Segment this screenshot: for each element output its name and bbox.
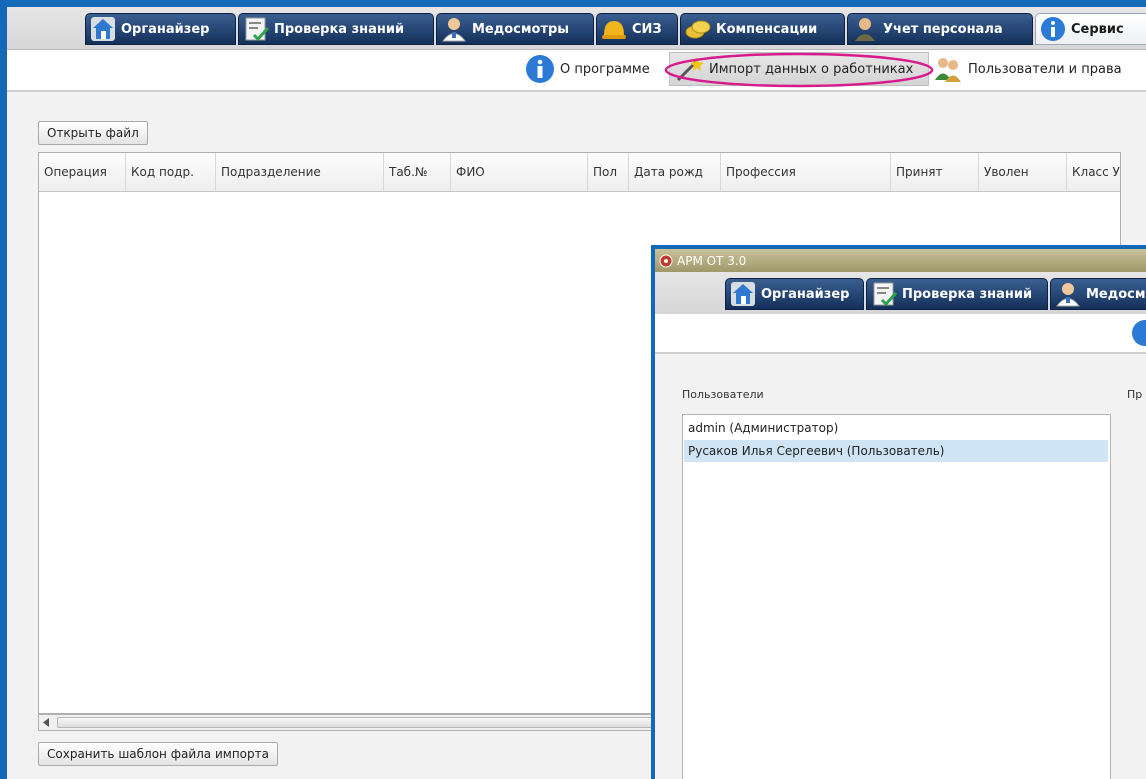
house-icon — [731, 282, 755, 306]
column-header[interactable]: Операция — [39, 153, 126, 191]
house-icon — [91, 17, 115, 41]
overlay-tab-bar: Органайзер Проверка знаний Медосм — [655, 272, 1146, 314]
info-icon — [1041, 17, 1065, 41]
highlight-ellipse — [664, 52, 934, 88]
rights-label: Пр — [1127, 388, 1143, 401]
users-list[interactable]: admin (Администратор) Русаков Илья Серге… — [682, 414, 1111, 779]
tab-label: Компенсации — [716, 21, 818, 37]
tab-label: Органайзер — [761, 286, 850, 302]
tab-label: Проверка знаний — [902, 286, 1033, 302]
column-header[interactable]: Уволен — [979, 153, 1067, 191]
grid-header: Операция Код подр. Подразделение Таб.№ Ф… — [39, 153, 1120, 192]
column-header[interactable]: ФИО — [451, 153, 588, 191]
save-import-template-button[interactable]: Сохранить шаблон файла импорта — [38, 742, 278, 766]
column-header[interactable]: Профессия — [721, 153, 891, 191]
column-header[interactable]: Таб.№ — [384, 153, 451, 191]
tab-label: Проверка знаний — [274, 21, 405, 37]
users-label: Пользователи — [682, 388, 764, 401]
tab-service[interactable]: Сервис — [1035, 13, 1146, 45]
person-icon — [855, 18, 875, 41]
subtab-about[interactable]: О программе — [525, 52, 663, 86]
horizontal-scrollbar[interactable] — [38, 714, 658, 731]
app-icon — [659, 254, 673, 267]
sub-toolbar: О программе Импорт данных о работниках П… — [7, 50, 1146, 91]
tab-knowledge-check[interactable]: Проверка знаний — [866, 278, 1048, 310]
coins-icon — [685, 20, 711, 39]
column-header[interactable]: Класс У — [1067, 153, 1120, 191]
tab-knowledge-check[interactable]: Проверка знаний — [238, 13, 434, 45]
clipboard-check-icon — [245, 17, 269, 42]
info-icon[interactable] — [1131, 319, 1146, 347]
subtab-label: О программе — [560, 61, 650, 77]
arrow-left-icon[interactable] — [42, 718, 51, 727]
main-tab-bar: Органайзер Проверка знаний Медосмотры СИ… — [7, 7, 1146, 50]
users-panel: Пользователи Пр admin (Администратор) Ру… — [655, 353, 1146, 779]
column-header[interactable]: Подразделение — [216, 153, 384, 191]
tab-label: Медосм — [1086, 286, 1146, 302]
open-file-button[interactable]: Открыть файл — [38, 121, 148, 145]
tab-label: Органайзер — [121, 21, 210, 37]
tab-label: Сервис — [1071, 21, 1124, 37]
tab-compensation[interactable]: Компенсации — [680, 13, 845, 45]
list-item[interactable]: Русаков Илья Сергеевич (Пользователь) — [684, 440, 1108, 462]
doctor-icon — [442, 18, 466, 42]
scrollbar-thumb[interactable] — [57, 717, 655, 728]
overlay-window: АРМ ОТ 3.0 Органайзер Проверка знаний Ме… — [651, 245, 1146, 779]
column-header[interactable]: Код подр. — [126, 153, 216, 191]
window-titlebar: АРМ ОТ 3.0 — [655, 249, 1146, 272]
tab-label: Медосмотры — [472, 21, 570, 37]
clipboard-check-icon — [873, 282, 897, 307]
overlay-sub-toolbar — [655, 314, 1146, 353]
tab-label: СИЗ — [632, 21, 662, 37]
list-item[interactable]: admin (Администратор) — [684, 417, 1108, 439]
users-icon — [935, 58, 961, 82]
column-header[interactable]: Принят — [891, 153, 979, 191]
tab-personnel[interactable]: Учет персонала — [847, 13, 1033, 45]
tab-organizer[interactable]: Органайзер — [85, 13, 236, 45]
subtab-users-rights[interactable]: Пользователи и права — [933, 52, 1138, 86]
column-header[interactable]: Пол — [588, 153, 629, 191]
window-title: АРМ ОТ 3.0 — [677, 253, 747, 268]
column-header[interactable]: Дата рожд — [629, 153, 721, 191]
tab-medical[interactable]: Медосм — [1050, 278, 1146, 310]
tab-organizer[interactable]: Органайзер — [725, 278, 864, 310]
doctor-icon — [1056, 283, 1080, 307]
tab-label: Учет персонала — [883, 21, 1003, 37]
subtab-label: Пользователи и права — [968, 61, 1122, 77]
info-icon — [526, 55, 554, 83]
tab-medical[interactable]: Медосмотры — [436, 13, 594, 45]
hard-hat-icon — [602, 21, 626, 39]
tab-siz[interactable]: СИЗ — [596, 13, 678, 45]
